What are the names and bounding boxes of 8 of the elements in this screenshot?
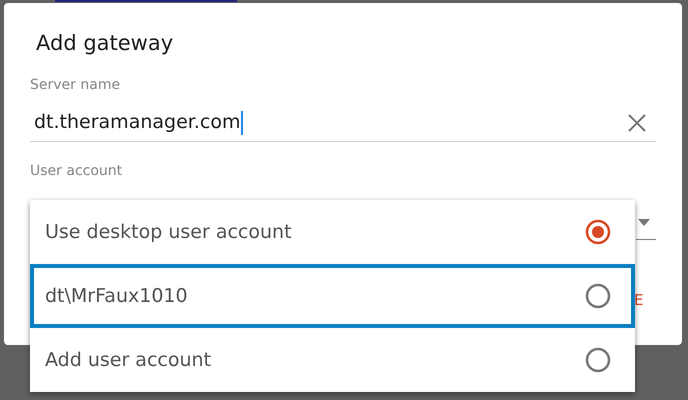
field-label: Server name [30,78,122,92]
server-name-field[interactable]: dt.theramanager.com [30,104,656,142]
menu-item[interactable]: Add user account [30,328,635,392]
menu-item[interactable]: dt\MrFaux1010 [30,264,635,328]
dialog-title: Add gateway [36,33,174,54]
field-label: User account [30,164,124,178]
menu-item[interactable]: Use desktop user account [30,200,635,264]
action-button[interactable]: E [634,293,644,308]
